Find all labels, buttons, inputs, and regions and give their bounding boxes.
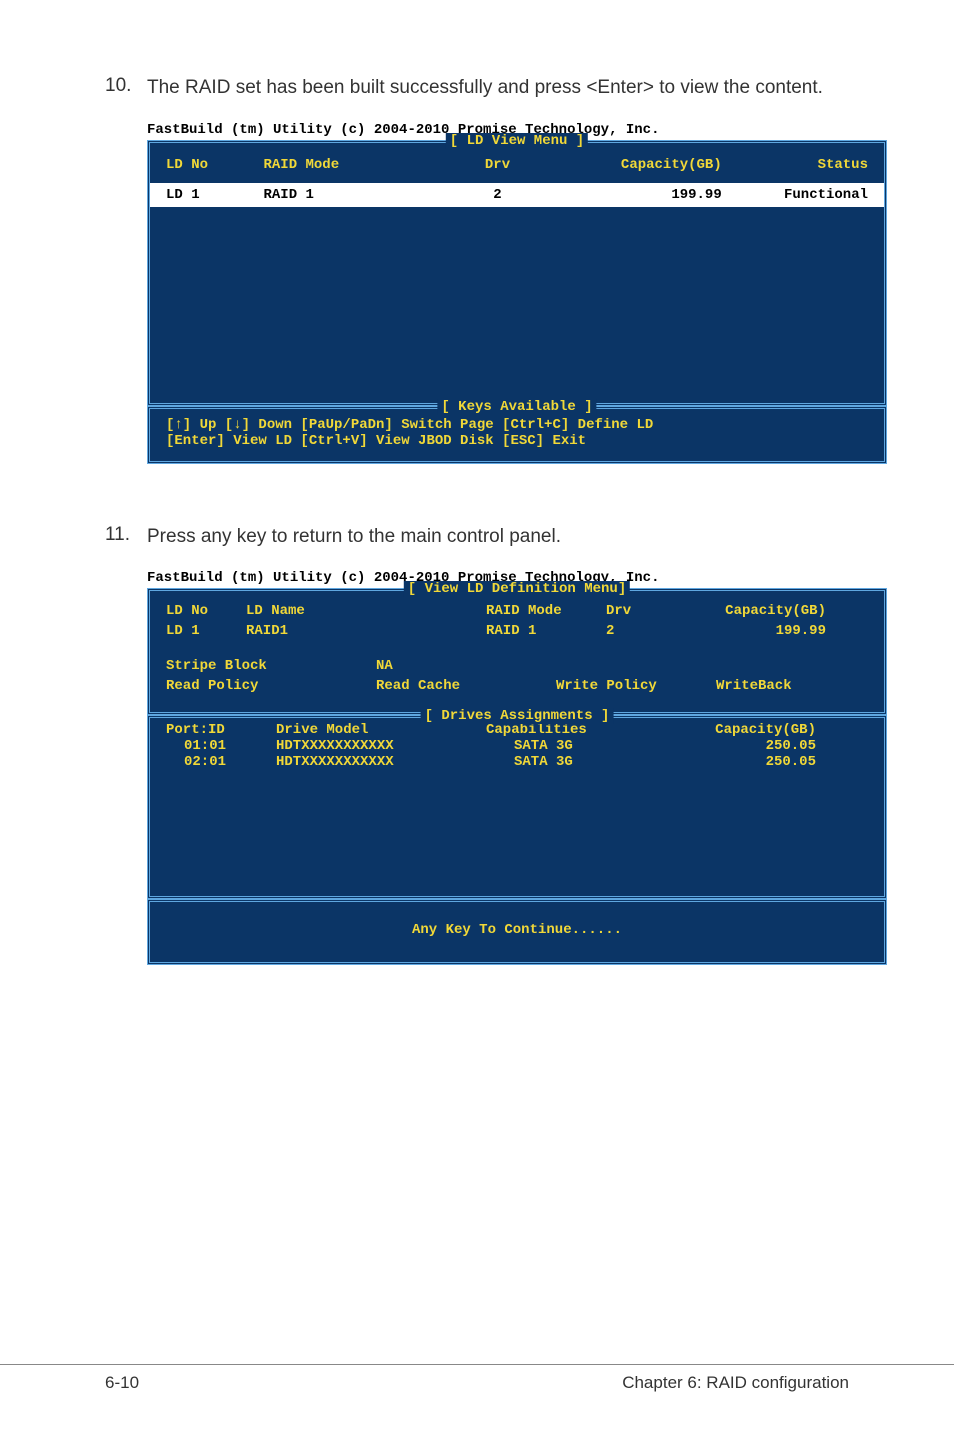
drive-capacity: 250.05	[666, 738, 816, 754]
step-number: 11.	[105, 524, 147, 551]
header-raid-mode: RAID Mode	[264, 157, 430, 173]
step-number: 10.	[105, 75, 147, 102]
drives-content: Port:ID Drive Model Capabilities Capacit…	[150, 718, 884, 896]
ld-data-row: LD 1 RAID 1 2 199.99 Functional	[150, 183, 884, 207]
continue-text: Any Key To Continue......	[150, 902, 884, 962]
cell-drv: 2	[429, 187, 566, 203]
drive-cap: SATA 3G	[486, 754, 666, 770]
raid-mode-val: RAID 1	[486, 621, 606, 641]
writeback: WriteBack	[716, 676, 836, 696]
keys-line-2: [Enter] View LD [Ctrl+V] View JBOD Disk …	[166, 433, 868, 449]
keys-title: [ Keys Available ]	[437, 399, 596, 415]
ld-name-label: LD Name	[246, 601, 486, 621]
continue-frame: Any Key To Continue......	[147, 899, 887, 965]
drives-spacer	[166, 770, 868, 890]
drives-frame: [ Drives Assignments ] Port:ID Drive Mod…	[147, 715, 887, 899]
step-11: 11. Press any key to return to the main …	[105, 524, 849, 551]
drives-h-capacity: Capacity(GB)	[666, 722, 816, 738]
header-capacity: Capacity(GB)	[566, 157, 722, 173]
capacity-label: Capacity(GB)	[676, 601, 826, 621]
drives-h-cap: Capabilities	[486, 722, 666, 738]
write-policy-label: Write Policy	[556, 676, 716, 696]
drives-title: [ Drives Assignments ]	[421, 708, 614, 724]
read-cache: Read Cache	[376, 676, 556, 696]
read-policy-label: Read Policy	[166, 676, 376, 696]
drv-label: Drv	[606, 601, 676, 621]
drive-row: 01:01 HDTXXXXXXXXXXX SATA 3G 250.05	[166, 738, 868, 754]
drive-cap: SATA 3G	[486, 738, 666, 754]
drives-h-port: Port:ID	[166, 722, 276, 738]
spacer	[150, 207, 884, 403]
ld-no-val: LD 1	[166, 621, 246, 641]
raid-mode-label: RAID Mode	[486, 601, 606, 621]
bios-screen-2: [ View LD Definition Menu] LD No LD Name…	[147, 588, 887, 965]
keys-frame: [ Keys Available ] [↑] Up [↓] Down [PaUp…	[147, 406, 887, 464]
view-ld-content: LD No LD Name RAID Mode Drv Capacity(GB)…	[150, 591, 884, 712]
stripe-label: Stripe Block	[166, 656, 376, 676]
ld-view-frame: [ LD View Menu ] LD No RAID Mode Drv Cap…	[147, 140, 887, 406]
keys-line-1: [↑] Up [↓] Down [PaUp/PaDn] Switch Page …	[166, 417, 868, 433]
ld-no-label: LD No	[166, 601, 246, 621]
cell-raid-mode: RAID 1	[264, 187, 430, 203]
drive-row: 02:01 HDTXXXXXXXXXXX SATA 3G 250.05	[166, 754, 868, 770]
keys-content: [↑] Up [↓] Down [PaUp/PaDn] Switch Page …	[150, 409, 884, 461]
step-text: The RAID set has been built successfully…	[147, 75, 823, 102]
bios-screen-1: [ LD View Menu ] LD No RAID Mode Drv Cap…	[147, 140, 887, 464]
drive-port: 01:01	[166, 738, 276, 754]
cell-ld-no: LD 1	[166, 187, 264, 203]
page-footer: 6-10 Chapter 6: RAID configuration	[0, 1364, 954, 1393]
bios-screen-2-container: FastBuild (tm) Utility (c) 2004-2010 Pro…	[147, 570, 849, 965]
step-text: Press any key to return to the main cont…	[147, 524, 561, 551]
drive-capacity: 250.05	[666, 754, 816, 770]
drv-val: 2	[606, 621, 676, 641]
header-drv: Drv	[429, 157, 566, 173]
footer-page-number: 6-10	[105, 1373, 139, 1393]
view-ld-frame: [ View LD Definition Menu] LD No LD Name…	[147, 588, 887, 715]
footer-chapter: Chapter 6: RAID configuration	[622, 1373, 849, 1393]
bios-screen-1-container: FastBuild (tm) Utility (c) 2004-2010 Pro…	[147, 122, 849, 464]
header-ld-no: LD No	[166, 157, 264, 173]
drives-header-row: Port:ID Drive Model Capabilities Capacit…	[166, 722, 868, 738]
step-10: 10. The RAID set has been built successf…	[105, 75, 849, 102]
view-ld-title: [ View LD Definition Menu]	[404, 581, 630, 597]
ld-name-val: RAID1	[246, 621, 486, 641]
drive-model: HDTXXXXXXXXXXX	[276, 738, 486, 754]
stripe-val: NA	[376, 656, 586, 676]
header-status: Status	[722, 157, 868, 173]
cell-capacity: 199.99	[566, 187, 722, 203]
ld-header-row: LD No RAID Mode Drv Capacity(GB) Status	[150, 143, 884, 183]
capacity-val: 199.99	[676, 621, 826, 641]
drives-h-model: Drive Model	[276, 722, 486, 738]
drive-model: HDTXXXXXXXXXXX	[276, 754, 486, 770]
cell-status: Functional	[722, 187, 868, 203]
frame-title: [ LD View Menu ]	[446, 133, 588, 149]
drive-port: 02:01	[166, 754, 276, 770]
